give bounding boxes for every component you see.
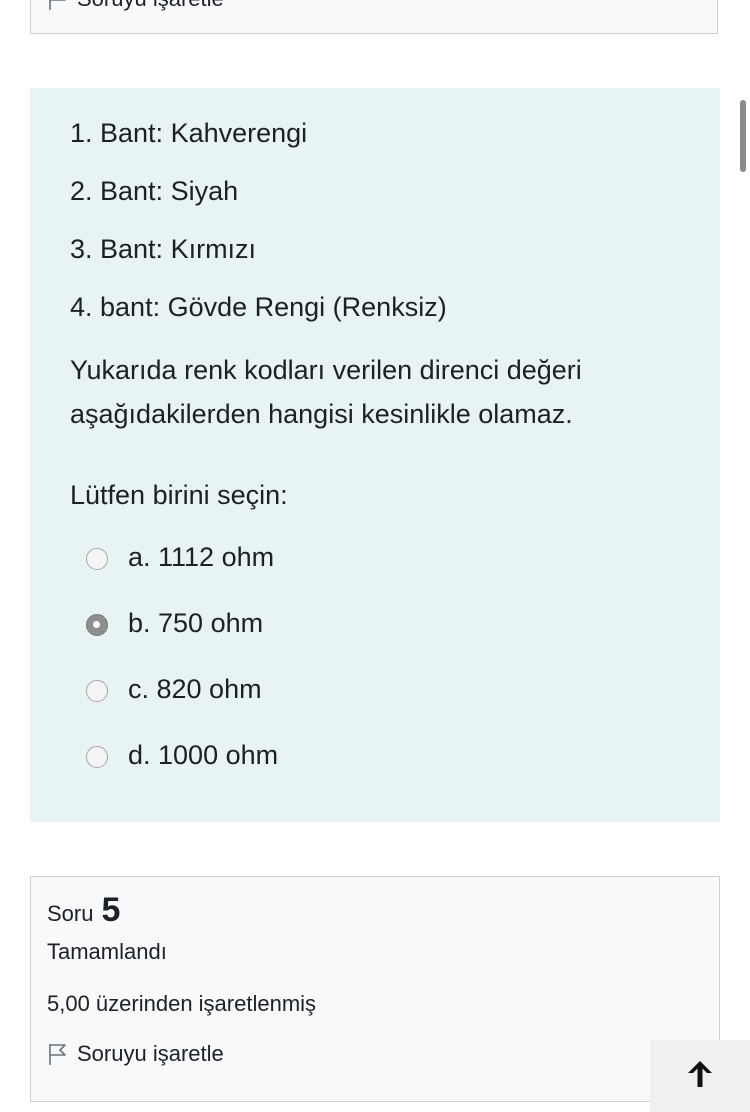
- flag-question-label: Soruyu işaretle: [77, 0, 224, 12]
- question-formulation: 1. Bant: Kahverengi 2. Bant: Siyah 3. Ba…: [30, 88, 720, 822]
- radio-button-selected[interactable]: [86, 614, 108, 636]
- previous-question-info: Soruyu işaretle: [30, 0, 718, 34]
- back-to-top-button[interactable]: [650, 1040, 750, 1112]
- flag-icon: [47, 0, 67, 11]
- flag-question-link[interactable]: Soruyu işaretle: [47, 0, 224, 12]
- question-number-value: 5: [101, 891, 121, 929]
- answer-option-c[interactable]: c. 820 ohm: [86, 656, 680, 722]
- answer-prompt: Lütfen birini seçin:: [70, 480, 288, 510]
- flag-icon: [47, 1042, 67, 1066]
- flag-question-label: Soruyu işaretle: [77, 1041, 224, 1066]
- flag-question-link[interactable]: Soruyu işaretle: [47, 1041, 703, 1067]
- question-grade: 5,00 üzerinden işaretlenmiş: [47, 991, 317, 1016]
- question-info: Soru 5 Tamamlandı 5,00 üzerinden işaretl…: [30, 876, 720, 1102]
- question-state: Tamamlandı: [47, 939, 167, 964]
- answer-option-a[interactable]: a. 1112 ohm: [86, 524, 680, 590]
- answer-option-b[interactable]: b. 750 ohm: [86, 590, 680, 656]
- band-line: 4. bant: Gövde Rengi (Renksiz): [70, 292, 447, 322]
- question-number: Soru 5: [47, 891, 703, 931]
- scrollbar[interactable]: [740, 100, 746, 172]
- question-text: Yukarıda renk kodları verilen direnci de…: [70, 355, 582, 429]
- answer-label[interactable]: a. 1112 ohm: [128, 542, 274, 573]
- radio-button[interactable]: [86, 548, 108, 570]
- band-line: 3. Bant: Kırmızı: [70, 234, 257, 264]
- answer-label[interactable]: b. 750 ohm: [128, 608, 263, 639]
- arrow-up-icon: [685, 1058, 715, 1095]
- answer-list: a. 1112 ohm b. 750 ohm c. 820 ohm d. 100…: [86, 524, 680, 788]
- radio-button[interactable]: [86, 746, 108, 768]
- band-line: 1. Bant: Kahverengi: [70, 118, 308, 148]
- radio-button[interactable]: [86, 680, 108, 702]
- band-line: 2. Bant: Siyah: [70, 176, 239, 206]
- answer-option-d[interactable]: d. 1000 ohm: [86, 722, 680, 788]
- quiz-page: Soruyu işaretle 1. Bant: Kahverengi 2. B…: [0, 0, 750, 1112]
- question-number-label: Soru: [47, 901, 94, 926]
- answer-label[interactable]: c. 820 ohm: [128, 674, 262, 705]
- answer-label[interactable]: d. 1000 ohm: [128, 740, 278, 771]
